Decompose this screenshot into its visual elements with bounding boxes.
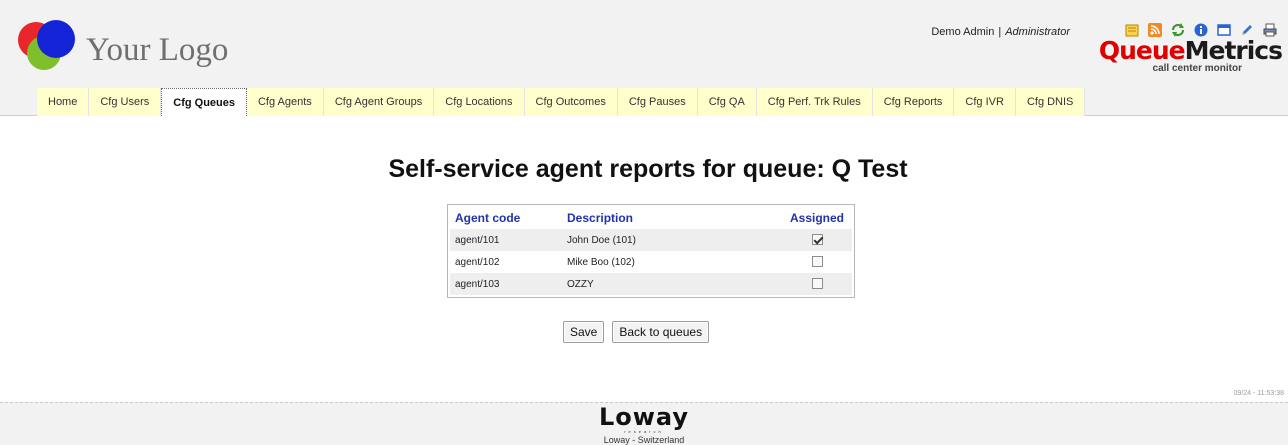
header-assigned: Assigned — [789, 211, 844, 225]
back-to-queues-button[interactable]: Back to queues — [612, 321, 710, 343]
tab-cfg-qa[interactable]: Cfg QA — [697, 88, 757, 116]
assigned-cell — [782, 273, 852, 295]
loway-logo: Loway — [598, 403, 690, 431]
description-cell: OZZY — [562, 273, 782, 295]
tab-home[interactable]: Home — [37, 88, 90, 116]
assigned-checkbox[interactable] — [811, 256, 823, 268]
loway-location: Loway - Switzerland — [603, 435, 685, 445]
loway-sub: research — [624, 429, 664, 434]
table-header-row: Agent code Description Assigned — [450, 207, 852, 229]
header: Your Logo Demo Admin | Administrator Que… — [0, 0, 1288, 116]
user-separator: | — [998, 26, 1002, 38]
header-description: Description — [567, 211, 634, 225]
description-cell: Mike Boo (102) — [567, 256, 635, 268]
tab-cfg-reports[interactable]: Cfg Reports — [872, 88, 955, 116]
queuemetrics-brand: QueueMetrics call center monitor — [1098, 36, 1283, 74]
table-row: agent/103 OZZY — [450, 273, 852, 295]
page: Your Logo Demo Admin | Administrator Que… — [0, 0, 1288, 445]
agent-code-cell: agent/101 — [450, 229, 562, 251]
assigned-checkbox[interactable] — [811, 234, 823, 246]
tab-cfg-agents[interactable]: Cfg Agents — [246, 88, 324, 116]
tab-cfg-ivr[interactable]: Cfg IVR — [954, 88, 1016, 116]
brand-title-part1: Queue — [1098, 36, 1186, 65]
tab-cfg-pauses[interactable]: Cfg Pauses — [617, 88, 698, 116]
footer: Loway research Loway - Switzerland — [0, 402, 1288, 445]
tab-cfg-users[interactable]: Cfg Users — [89, 88, 162, 116]
save-button[interactable]: Save — [563, 321, 605, 343]
brand-title-part2: Metrics — [1184, 36, 1283, 65]
tab-cfg-outcomes[interactable]: Cfg Outcomes — [524, 88, 618, 116]
logo-blue-circle — [37, 20, 75, 58]
logo-text: Your Logo — [86, 32, 229, 68]
assigned-cell — [782, 229, 852, 251]
timestamp: 09/24 - 11:53:38 — [1233, 390, 1284, 397]
agent-code-cell: agent/102 — [455, 256, 500, 268]
form-actions: Save Back to queues — [563, 321, 710, 343]
page-title: Self-service agent reports for queue: Q … — [388, 155, 908, 183]
brand-title: QueueMetrics — [1098, 36, 1283, 65]
tab-cfg-agent-groups[interactable]: Cfg Agent Groups — [323, 88, 435, 116]
tab-cfg-queues[interactable]: Cfg Queues — [161, 88, 247, 116]
table-row: agent/101 John Doe (101) — [450, 229, 852, 251]
description-cell: John Doe (101) — [562, 229, 782, 251]
tab-cfg-locations[interactable]: Cfg Locations — [434, 88, 525, 116]
agents-table: Agent code Description Assigned agent/10… — [447, 204, 855, 298]
tab-cfg-perf-trk-rules[interactable]: Cfg Perf. Trk Rules — [756, 88, 873, 116]
logo: Your Logo — [18, 18, 228, 78]
user-info: Demo Admin | Administrator — [931, 26, 1070, 38]
table-row: agent/102 Mike Boo (102) — [450, 251, 852, 273]
user-role: Administrator — [1005, 26, 1070, 38]
user-name: Demo Admin — [931, 26, 995, 38]
header-agent-code: Agent code — [455, 211, 521, 225]
nav-tabs: Home Cfg Users Cfg Queues Cfg Agents Cfg Age… — [37, 88, 1086, 116]
tab-cfg-dnis[interactable]: Cfg DNIS — [1015, 88, 1086, 116]
assigned-cell — [782, 251, 852, 273]
assigned-checkbox[interactable] — [811, 278, 823, 290]
agent-code-cell: agent/103 — [450, 273, 562, 295]
